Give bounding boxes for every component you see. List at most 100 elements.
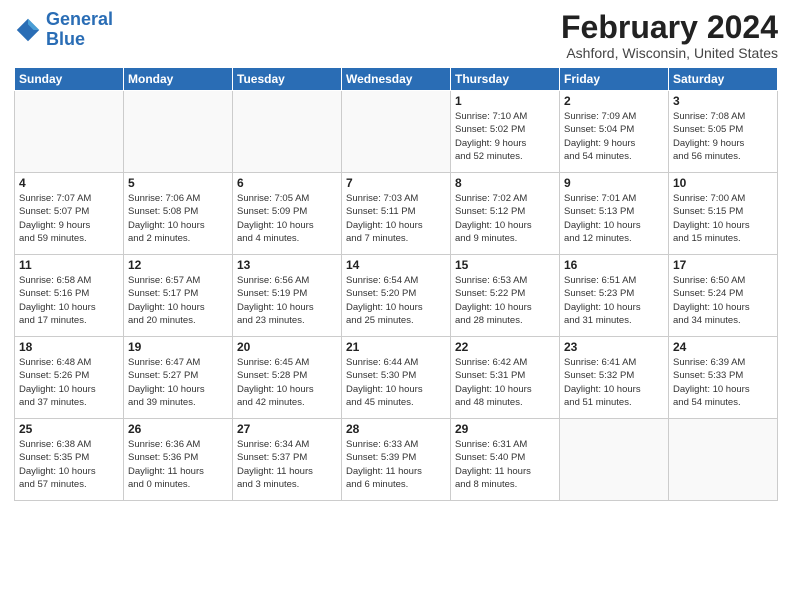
day-info: Sunrise: 6:50 AM Sunset: 5:24 PM Dayligh… (673, 274, 773, 327)
day-number: 24 (673, 340, 773, 354)
day-info: Sunrise: 6:47 AM Sunset: 5:27 PM Dayligh… (128, 356, 228, 409)
day-info: Sunrise: 7:05 AM Sunset: 5:09 PM Dayligh… (237, 192, 337, 245)
day-number: 2 (564, 94, 664, 108)
day-cell: 17 Sunrise: 6:50 AM Sunset: 5:24 PM Dayli… (669, 255, 778, 337)
day-info: Sunrise: 6:36 AM Sunset: 5:36 PM Dayligh… (128, 438, 228, 491)
day-number: 6 (237, 176, 337, 190)
day-number: 15 (455, 258, 555, 272)
day-cell: 3Sunrise: 7:08 AM Sunset: 5:05 PM Daylig… (669, 91, 778, 173)
day-cell: 13 Sunrise: 6:56 AM Sunset: 5:19 PM Dayli… (233, 255, 342, 337)
day-cell (15, 91, 124, 173)
day-info: Sunrise: 6:44 AM Sunset: 5:30 PM Dayligh… (346, 356, 446, 409)
logo-text: General Blue (46, 10, 113, 50)
day-cell: 23 Sunrise: 6:41 AM Sunset: 5:32 PM Dayli… (560, 337, 669, 419)
day-number: 14 (346, 258, 446, 272)
day-number: 16 (564, 258, 664, 272)
day-number: 11 (19, 258, 119, 272)
day-cell: 26Sunrise: 6:36 AM Sunset: 5:36 PM Dayli… (124, 419, 233, 501)
day-number: 23 (564, 340, 664, 354)
day-info: Sunrise: 7:02 AM Sunset: 5:12 PM Dayligh… (455, 192, 555, 245)
calendar-title: February 2024 (561, 10, 778, 45)
logo-line2: Blue (46, 29, 85, 49)
day-info: Sunrise: 6:54 AM Sunset: 5:20 PM Dayligh… (346, 274, 446, 327)
day-info: Sunrise: 6:31 AM Sunset: 5:40 PM Dayligh… (455, 438, 555, 491)
week-row-2: 11 Sunrise: 6:58 AM Sunset: 5:16 PM Dayli… (15, 255, 778, 337)
day-cell: 16 Sunrise: 6:51 AM Sunset: 5:23 PM Dayli… (560, 255, 669, 337)
day-info: Sunrise: 6:41 AM Sunset: 5:32 PM Dayligh… (564, 356, 664, 409)
day-number: 13 (237, 258, 337, 272)
day-info: Sunrise: 6:51 AM Sunset: 5:23 PM Dayligh… (564, 274, 664, 327)
day-cell: 4Sunrise: 7:07 AM Sunset: 5:07 PM Daylig… (15, 173, 124, 255)
day-cell (124, 91, 233, 173)
week-row-4: 25 Sunrise: 6:38 AM Sunset: 5:35 PM Dayli… (15, 419, 778, 501)
col-saturday: Saturday (669, 68, 778, 91)
day-cell: 5Sunrise: 7:06 AM Sunset: 5:08 PM Daylig… (124, 173, 233, 255)
calendar-body: 1Sunrise: 7:10 AM Sunset: 5:02 PM Daylig… (15, 91, 778, 501)
col-friday: Friday (560, 68, 669, 91)
day-cell: 6 Sunrise: 7:05 AM Sunset: 5:09 PM Daylig… (233, 173, 342, 255)
day-number: 19 (128, 340, 228, 354)
header-row: Sunday Monday Tuesday Wednesday Thursday… (15, 68, 778, 91)
day-number: 10 (673, 176, 773, 190)
day-info: Sunrise: 7:00 AM Sunset: 5:15 PM Dayligh… (673, 192, 773, 245)
day-info: Sunrise: 6:33 AM Sunset: 5:39 PM Dayligh… (346, 438, 446, 491)
logo-line1: General (46, 9, 113, 29)
day-number: 9 (564, 176, 664, 190)
day-number: 3 (673, 94, 773, 108)
day-cell: 21 Sunrise: 6:44 AM Sunset: 5:30 PM Dayli… (342, 337, 451, 419)
day-number: 1 (455, 94, 555, 108)
day-cell: 15 Sunrise: 6:53 AM Sunset: 5:22 PM Dayli… (451, 255, 560, 337)
day-cell: 10 Sunrise: 7:00 AM Sunset: 5:15 PM Dayli… (669, 173, 778, 255)
day-cell (669, 419, 778, 501)
day-number: 4 (19, 176, 119, 190)
day-cell: 18Sunrise: 6:48 AM Sunset: 5:26 PM Dayli… (15, 337, 124, 419)
day-info: Sunrise: 7:09 AM Sunset: 5:04 PM Dayligh… (564, 110, 664, 163)
day-cell (233, 91, 342, 173)
day-info: Sunrise: 6:42 AM Sunset: 5:31 PM Dayligh… (455, 356, 555, 409)
day-number: 8 (455, 176, 555, 190)
day-number: 22 (455, 340, 555, 354)
day-cell: 1Sunrise: 7:10 AM Sunset: 5:02 PM Daylig… (451, 91, 560, 173)
col-tuesday: Tuesday (233, 68, 342, 91)
day-info: Sunrise: 7:01 AM Sunset: 5:13 PM Dayligh… (564, 192, 664, 245)
week-row-3: 18Sunrise: 6:48 AM Sunset: 5:26 PM Dayli… (15, 337, 778, 419)
col-thursday: Thursday (451, 68, 560, 91)
day-cell: 9 Sunrise: 7:01 AM Sunset: 5:13 PM Daylig… (560, 173, 669, 255)
day-cell: 19 Sunrise: 6:47 AM Sunset: 5:27 PM Dayli… (124, 337, 233, 419)
day-info: Sunrise: 6:56 AM Sunset: 5:19 PM Dayligh… (237, 274, 337, 327)
day-cell: 27 Sunrise: 6:34 AM Sunset: 5:37 PM Dayli… (233, 419, 342, 501)
day-cell: 20 Sunrise: 6:45 AM Sunset: 5:28 PM Dayli… (233, 337, 342, 419)
day-cell: 11 Sunrise: 6:58 AM Sunset: 5:16 PM Dayli… (15, 255, 124, 337)
day-number: 27 (237, 422, 337, 436)
day-info: Sunrise: 6:45 AM Sunset: 5:28 PM Dayligh… (237, 356, 337, 409)
week-row-1: 4Sunrise: 7:07 AM Sunset: 5:07 PM Daylig… (15, 173, 778, 255)
week-row-0: 1Sunrise: 7:10 AM Sunset: 5:02 PM Daylig… (15, 91, 778, 173)
day-number: 21 (346, 340, 446, 354)
day-info: Sunrise: 6:38 AM Sunset: 5:35 PM Dayligh… (19, 438, 119, 491)
day-cell: 8 Sunrise: 7:02 AM Sunset: 5:12 PM Daylig… (451, 173, 560, 255)
logo: General Blue (14, 10, 113, 50)
logo-icon (14, 16, 42, 44)
col-wednesday: Wednesday (342, 68, 451, 91)
day-info: Sunrise: 6:39 AM Sunset: 5:33 PM Dayligh… (673, 356, 773, 409)
header: General Blue February 2024 Ashford, Wisc… (14, 10, 778, 61)
day-cell: 7Sunrise: 7:03 AM Sunset: 5:11 PM Daylig… (342, 173, 451, 255)
day-cell (560, 419, 669, 501)
page: General Blue February 2024 Ashford, Wisc… (0, 0, 792, 612)
calendar-header: Sunday Monday Tuesday Wednesday Thursday… (15, 68, 778, 91)
day-number: 28 (346, 422, 446, 436)
day-info: Sunrise: 6:53 AM Sunset: 5:22 PM Dayligh… (455, 274, 555, 327)
day-number: 20 (237, 340, 337, 354)
day-info: Sunrise: 6:58 AM Sunset: 5:16 PM Dayligh… (19, 274, 119, 327)
day-info: Sunrise: 6:34 AM Sunset: 5:37 PM Dayligh… (237, 438, 337, 491)
day-info: Sunrise: 6:57 AM Sunset: 5:17 PM Dayligh… (128, 274, 228, 327)
day-info: Sunrise: 7:06 AM Sunset: 5:08 PM Dayligh… (128, 192, 228, 245)
day-cell (342, 91, 451, 173)
col-sunday: Sunday (15, 68, 124, 91)
day-info: Sunrise: 6:48 AM Sunset: 5:26 PM Dayligh… (19, 356, 119, 409)
day-cell: 2 Sunrise: 7:09 AM Sunset: 5:04 PM Daylig… (560, 91, 669, 173)
col-monday: Monday (124, 68, 233, 91)
day-cell: 29Sunrise: 6:31 AM Sunset: 5:40 PM Dayli… (451, 419, 560, 501)
day-number: 25 (19, 422, 119, 436)
day-number: 17 (673, 258, 773, 272)
